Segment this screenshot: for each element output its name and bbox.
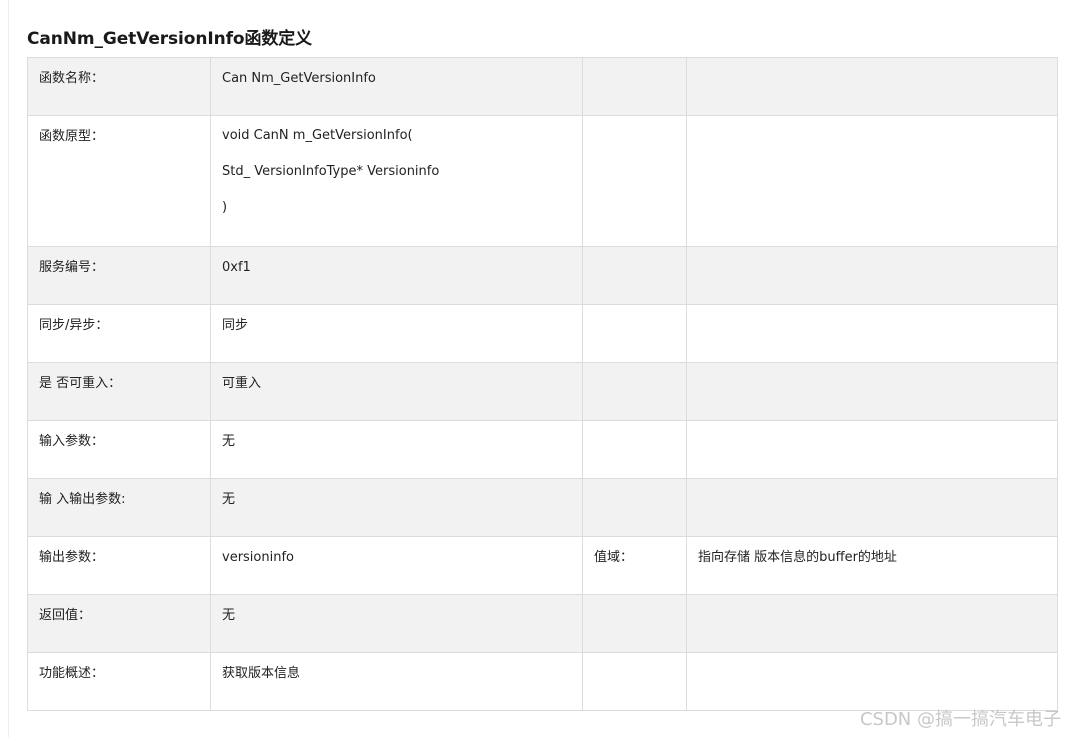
table-row: 输出参数： versioninfo 值域： 指向存储 版本信息的buffer的地… [27,536,1058,595]
row-label-cell: 函数原型： [27,115,211,247]
prototype-line: ) [222,200,228,215]
extra-label: 值域： [594,550,634,565]
watermark: CSDN @搞一搞汽车电子 [859,709,1061,730]
row-value: 获取版本信息 [222,666,301,681]
row-value: 可重入 [222,376,262,391]
left-border-line [8,0,9,737]
row-label: 输入参数： [39,434,105,449]
extra-label-cell [582,304,687,363]
row-value: 0xf1 [222,260,251,275]
extra-value-cell [686,594,1058,653]
extra-label-cell [582,246,687,305]
table-row: 输入参数： 无 [27,420,1058,479]
extra-value-cell [686,652,1058,711]
row-label: 功能概述： [39,666,105,681]
row-value-cell: 获取版本信息 [210,652,583,711]
extra-value-cell [686,246,1058,305]
row-value-cell: 可重入 [210,362,583,421]
row-label: 函数名称： [39,71,105,86]
extra-value-cell [686,115,1058,247]
extra-value-cell [686,304,1058,363]
extra-value-cell [686,57,1058,116]
row-value: 无 [222,434,236,449]
row-value-cell: 无 [210,420,583,479]
row-value-cell: void CanN m_GetVersionInfo( Std_ Version… [210,115,583,247]
row-value-cell: 0xf1 [210,246,583,305]
row-label: 服务编号： [39,260,105,275]
row-value: versioninfo [222,550,294,565]
row-label-cell: 输出参数： [27,536,211,595]
extra-label-cell [582,420,687,479]
table-row: 功能概述： 获取版本信息 [27,652,1058,711]
page-title: CanNm_GetVersionInfo函数定义 [27,29,313,49]
row-label: 函数原型： [39,129,105,144]
row-label-cell: 服务编号： [27,246,211,305]
row-value-cell: 同步 [210,304,583,363]
extra-label-cell [582,478,687,537]
row-label-cell: 是 否可重入： [27,362,211,421]
row-label: 输 入输出参数: [39,492,126,507]
row-value: Can Nm_GetVersionInfo [222,71,376,86]
extra-value-cell: 指向存储 版本信息的buffer的地址 [686,536,1058,595]
row-label: 输出参数： [39,550,105,565]
table-row: 是 否可重入： 可重入 [27,362,1058,421]
row-value: 无 [222,492,236,507]
row-label-cell: 输入参数： [27,420,211,479]
row-label: 是 否可重入： [39,376,122,391]
row-label-cell: 函数名称： [27,57,211,116]
row-value: 同步 [222,318,249,333]
row-value-cell: Can Nm_GetVersionInfo [210,57,583,116]
extra-label-cell [582,362,687,421]
extra-label-cell [582,652,687,711]
table-row: 返回值： 无 [27,594,1058,653]
extra-label-cell [582,57,687,116]
table-row: 服务编号： 0xf1 [27,246,1058,305]
extra-label-cell [582,115,687,247]
row-label: 同步/异步： [39,318,109,333]
row-label: 返回值： [39,608,92,623]
extra-label-cell [582,594,687,653]
table-row: 函数名称： Can Nm_GetVersionInfo [27,57,1058,116]
prototype-line: void CanN m_GetVersionInfo( [222,128,413,143]
extra-value-cell [686,362,1058,421]
row-label-cell: 同步/异步： [27,304,211,363]
table-row: 函数原型： void CanN m_GetVersionInfo( Std_ V… [27,115,1058,247]
row-value-cell: 无 [210,478,583,537]
row-value-cell: 无 [210,594,583,653]
extra-label-cell: 值域： [582,536,687,595]
row-label-cell: 返回值： [27,594,211,653]
row-label-cell: 功能概述： [27,652,211,711]
table-row: 输 入输出参数: 无 [27,478,1058,537]
table-row: 同步/异步： 同步 [27,304,1058,363]
row-value: 无 [222,608,236,623]
row-value-cell: versioninfo [210,536,583,595]
extra-value-cell [686,420,1058,479]
function-definition-table: 函数名称： Can Nm_GetVersionInfo 函数原型： void C… [27,57,1058,711]
extra-value-cell [686,478,1058,537]
extra-value: 指向存储 版本信息的buffer的地址 [698,550,897,565]
row-label-cell: 输 入输出参数: [27,478,211,537]
prototype-line: Std_ VersionInfoType* Versioninfo [222,164,440,179]
